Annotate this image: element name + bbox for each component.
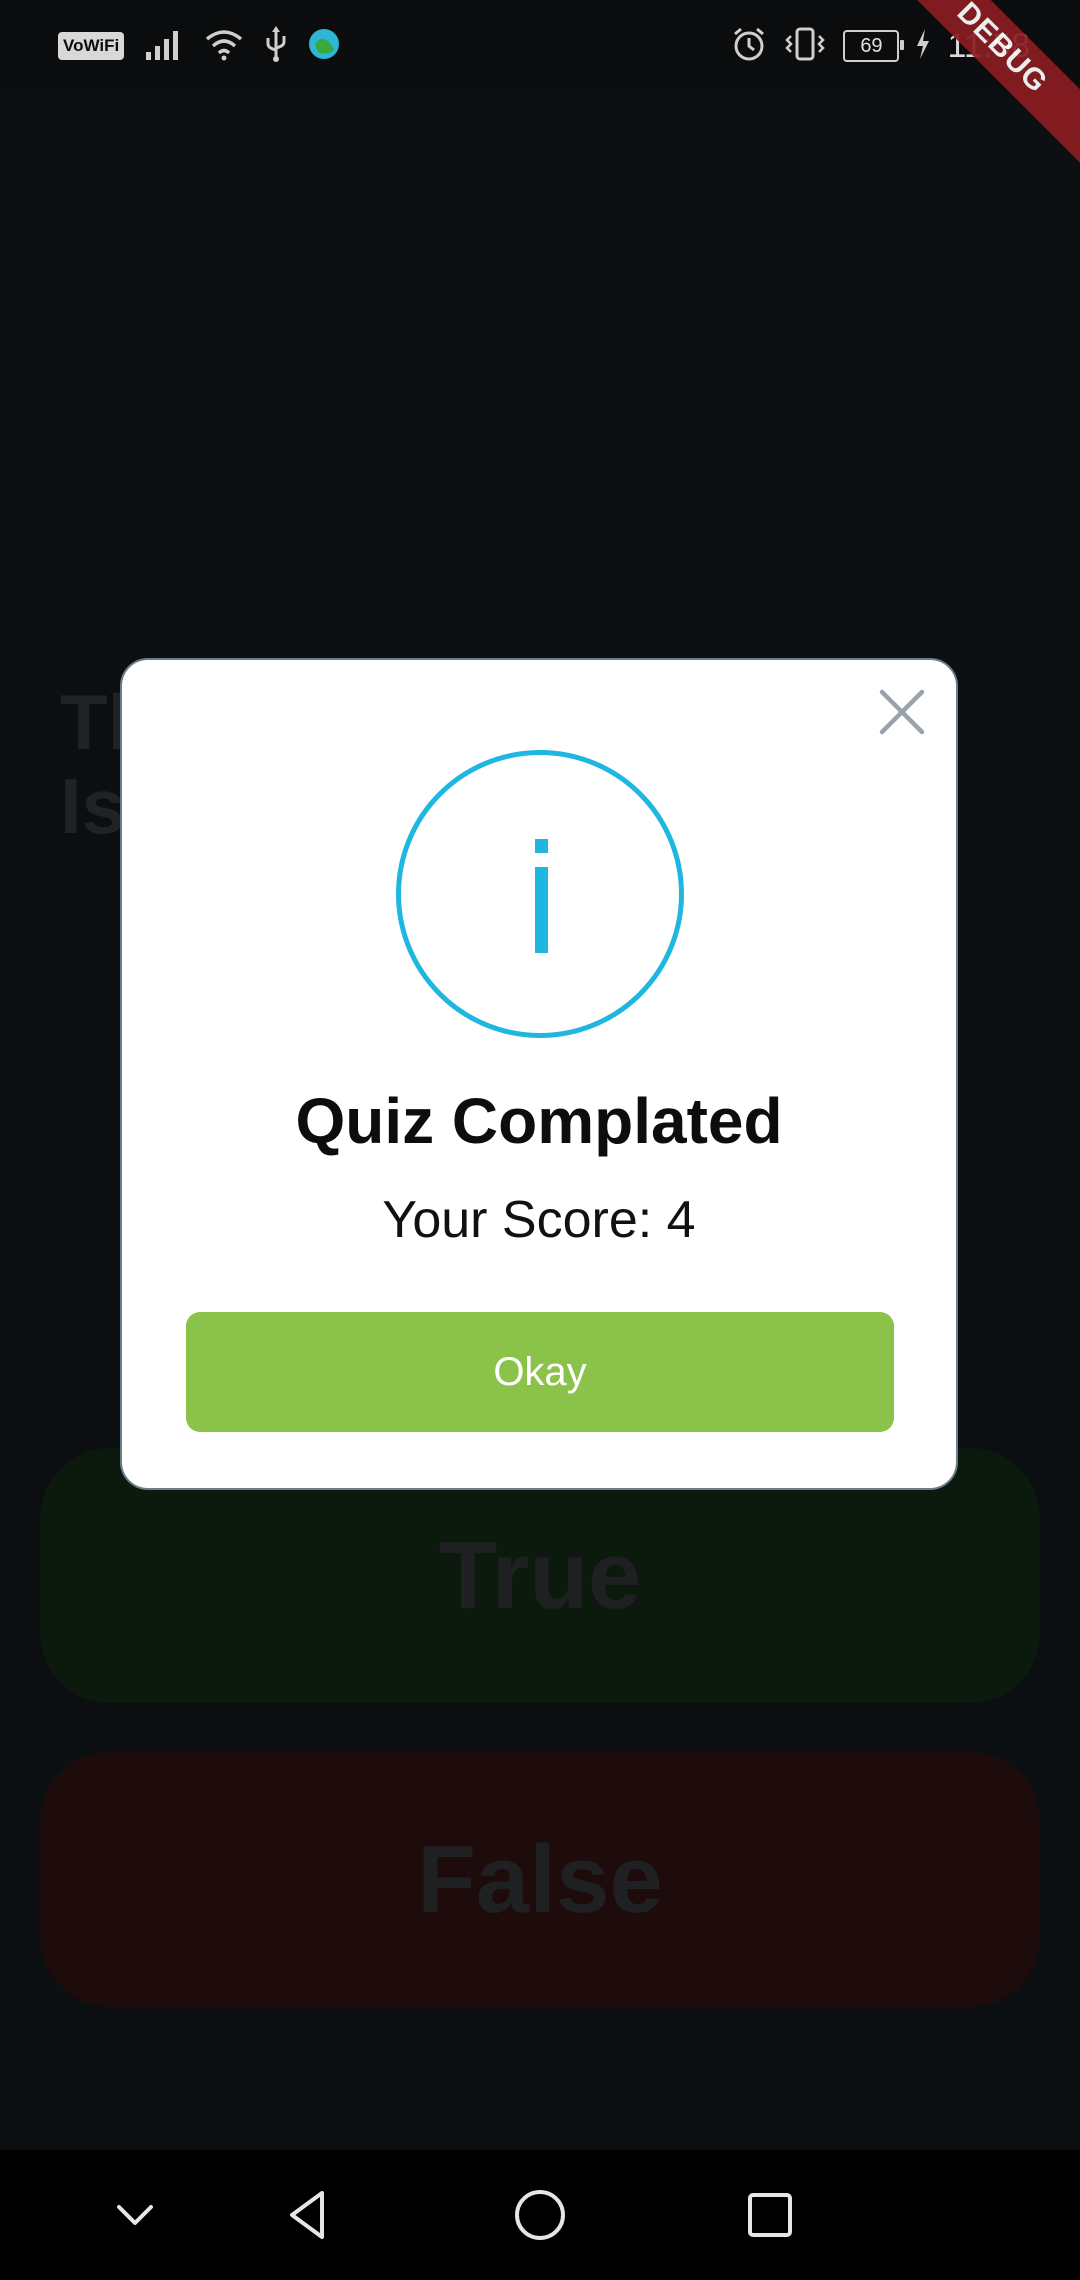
true-button-label: True — [438, 1521, 642, 1629]
back-icon[interactable] — [278, 2185, 338, 2245]
okay-button-label: Okay — [493, 1349, 587, 1394]
okay-button[interactable]: Okay — [186, 1312, 894, 1432]
dialog-title: Quiz Complated — [295, 1085, 783, 1157]
app-screen: VoWiFi 69 DEBUG Th Is True False Quiz Co… — [0, 0, 1080, 2280]
battery-icon: 69 — [843, 30, 905, 62]
close-icon[interactable] — [876, 686, 928, 738]
false-button-label: False — [417, 1825, 663, 1933]
info-icon — [396, 750, 684, 1038]
wifi-icon — [204, 27, 244, 66]
signal-icon — [144, 28, 184, 65]
alarm-icon — [731, 26, 767, 67]
collapse-icon[interactable] — [105, 2185, 165, 2245]
score-text: Your Score: 4 — [382, 1191, 696, 1249]
home-icon[interactable] — [510, 2185, 570, 2245]
vibrate-icon — [783, 26, 827, 67]
status-bar-left: VoWiFi — [58, 25, 340, 67]
quiz-complete-dialog: Quiz Complated Your Score: 4 Okay — [120, 658, 958, 1490]
charging-icon — [915, 28, 931, 64]
navigation-bar — [0, 2150, 1080, 2280]
false-button[interactable]: False — [40, 1752, 1040, 2007]
usb-icon — [264, 25, 288, 67]
vowifi-badge: VoWiFi — [58, 32, 125, 60]
status-bar: VoWiFi 69 — [0, 0, 1080, 90]
recents-icon[interactable] — [740, 2185, 800, 2245]
app-notification-icon — [308, 28, 340, 65]
